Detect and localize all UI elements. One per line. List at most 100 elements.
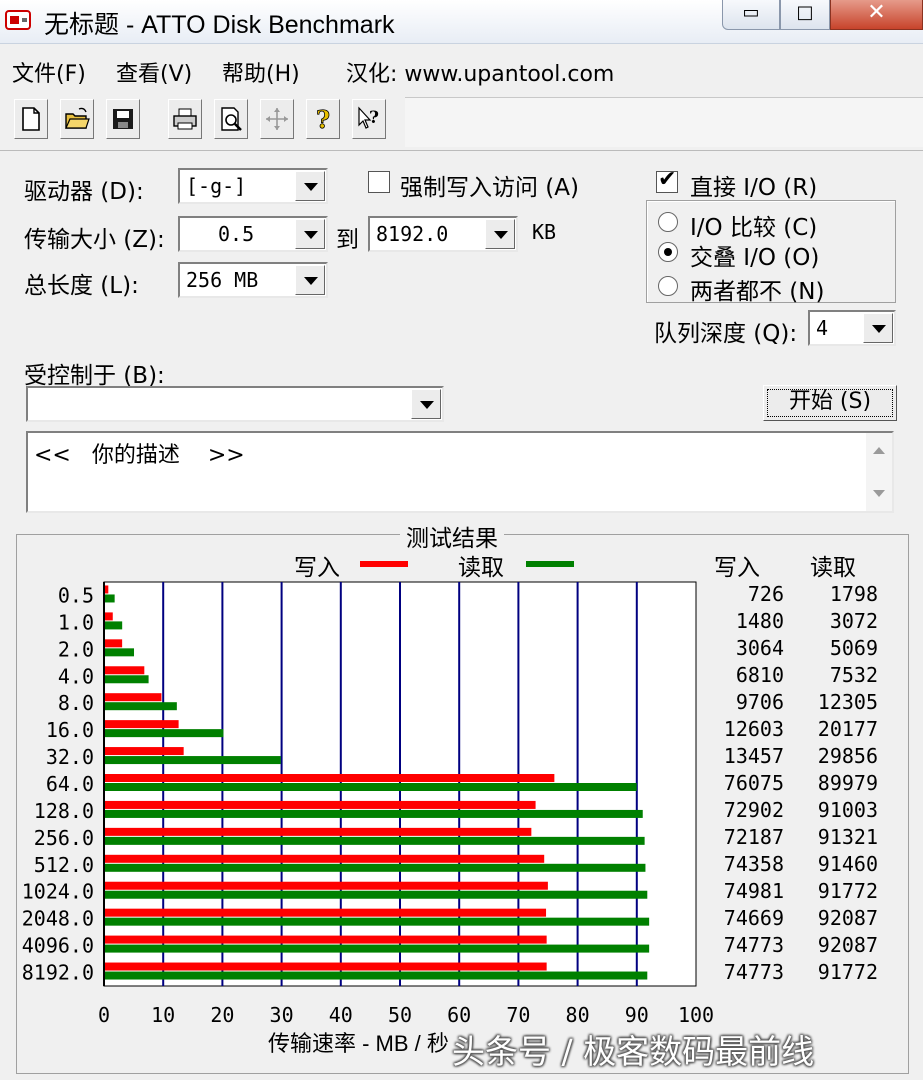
svg-text:?: ? (369, 108, 379, 128)
write-speed-value: 6810 (735, 663, 784, 688)
queue-depth-label: 队列深度 (Q): (654, 321, 798, 347)
legend-read-swatch (526, 561, 574, 567)
chevron-down-icon[interactable] (411, 389, 441, 419)
open-folder-icon (65, 107, 90, 129)
radio-io-compare[interactable] (658, 212, 678, 232)
write-speed-value: 72902 (723, 797, 784, 822)
radio-overlap-io-label: 交叠 I/O (O) (690, 245, 820, 271)
print-preview-button[interactable] (214, 99, 248, 139)
save-icon (113, 109, 133, 129)
move-button[interactable] (260, 99, 294, 139)
force-write-checkbox[interactable] (368, 171, 390, 193)
start-button[interactable]: 开始 (S) (763, 385, 897, 421)
controlled-by-select[interactable] (26, 386, 444, 422)
scroll-down-icon[interactable] (873, 490, 885, 497)
write-speed-value: 74669 (723, 905, 784, 930)
new-file-button[interactable] (14, 99, 48, 139)
chevron-down-icon[interactable] (485, 219, 515, 249)
print-button[interactable] (168, 99, 202, 139)
context-help-button[interactable]: ? (352, 99, 386, 139)
transfer-from-select[interactable]: 0.5 (178, 216, 328, 252)
read-speed-value: 92087 (817, 932, 878, 957)
drive-label: 驱动器 (D): (24, 179, 144, 205)
scroll-up-icon[interactable] (873, 447, 885, 454)
queue-depth-value: 4 (816, 316, 829, 340)
maximize-button[interactable]: □ (780, 0, 830, 30)
legend-write-label: 写入 (294, 555, 340, 581)
move-icon (266, 108, 288, 130)
watermark-text: 头条号 / 极客数码最前线 (452, 1032, 815, 1071)
write-speed-value: 12603 (723, 717, 784, 742)
legend-read-label: 读取 (458, 555, 504, 581)
read-speed-value: 12305 (817, 690, 878, 715)
controlled-by-label: 受控制于 (B): (24, 363, 165, 389)
chevron-down-icon[interactable] (863, 313, 893, 343)
write-speed-value: 74358 (723, 851, 784, 876)
read-speed-value: 91460 (817, 851, 878, 876)
menu-help[interactable]: 帮助(H) (222, 56, 300, 88)
chevron-down-icon[interactable] (295, 265, 325, 295)
radio-overlap-io[interactable] (658, 242, 678, 262)
read-speed-value: 3072 (829, 609, 878, 634)
direct-io-checkbox[interactable]: ✔ (656, 167, 678, 193)
drive-select[interactable]: [-g-] (178, 168, 328, 204)
force-write-label: 强制写入访问 (A) (400, 175, 579, 201)
toolbar-empty-area (405, 97, 923, 147)
open-button[interactable] (60, 99, 94, 139)
read-speed-value: 91772 (817, 959, 878, 984)
help-icon: ? (316, 105, 331, 133)
toolbar: ? ? (0, 93, 923, 151)
save-button[interactable] (106, 99, 140, 139)
write-speed-value: 72187 (723, 824, 784, 849)
read-speed-value: 29856 (817, 744, 878, 769)
direct-io-label: 直接 I/O (R) (690, 175, 818, 201)
print-preview-icon (221, 107, 242, 131)
to-label: 到 (336, 227, 359, 253)
transfer-size-label: 传输大小 (Z): (24, 227, 165, 253)
kb-unit-label: KB (532, 220, 557, 244)
read-speed-value: 7532 (829, 663, 878, 688)
transfer-to-value: 8192.0 (376, 222, 449, 246)
radio-neither[interactable] (658, 276, 678, 296)
read-speed-value: 92087 (817, 905, 878, 930)
read-speed-value: 5069 (829, 636, 878, 661)
description-scrollbar[interactable] (866, 433, 892, 511)
write-speed-value: 9706 (735, 690, 784, 715)
menu-view[interactable]: 查看(V) (116, 56, 192, 88)
total-length-value: 256 MB (186, 268, 259, 292)
drive-value: [-g-] (186, 174, 247, 198)
chevron-down-icon[interactable] (295, 171, 325, 201)
read-speed-value: 89979 (817, 771, 878, 795)
print-icon (173, 108, 197, 130)
svg-text:?: ? (316, 105, 330, 133)
radio-selected-dot (664, 248, 672, 256)
radio-neither-label: 两者都不 (N) (690, 279, 825, 305)
checkmark-icon: ✔ (658, 167, 677, 192)
transfer-to-select[interactable]: 8192.0 (368, 216, 518, 252)
read-speed-value: 91772 (817, 878, 878, 903)
write-speed-value: 13457 (723, 744, 784, 769)
radio-io-compare-label: I/O 比较 (C) (690, 215, 818, 241)
menu-file[interactable]: 文件(F) (12, 56, 86, 88)
window-title: 无标题 - ATTO Disk Benchmark (44, 11, 395, 39)
write-speed-value: 74773 (723, 932, 784, 957)
chevron-down-icon[interactable] (295, 219, 325, 249)
transfer-from-value: 0.5 (218, 222, 255, 246)
description-text: << 你的描述 >> (34, 443, 245, 468)
write-speed-value: 3064 (735, 636, 784, 661)
column-header-read: 读取 (810, 555, 856, 581)
total-length-label: 总长度 (L): (24, 273, 139, 299)
menu-localize[interactable]: 汉化: www.upantool.com (346, 56, 614, 88)
x-axis-label: 传输速率 - MB / 秒 (268, 1031, 449, 1056)
queue-depth-select[interactable]: 4 (808, 310, 896, 346)
minimize-button[interactable]: ▭ (722, 0, 780, 30)
atto-app-icon (5, 10, 31, 30)
column-header-write: 写入 (714, 555, 760, 581)
description-textarea[interactable]: << 你的描述 >> (26, 431, 894, 513)
close-button[interactable]: ✕ (830, 0, 923, 30)
help-button[interactable]: ? (306, 99, 340, 139)
read-speed-value: 20177 (817, 717, 878, 742)
write-speed-value: 74773 (723, 959, 784, 984)
total-length-select[interactable]: 256 MB (178, 262, 328, 298)
context-help-icon: ? (358, 106, 379, 129)
